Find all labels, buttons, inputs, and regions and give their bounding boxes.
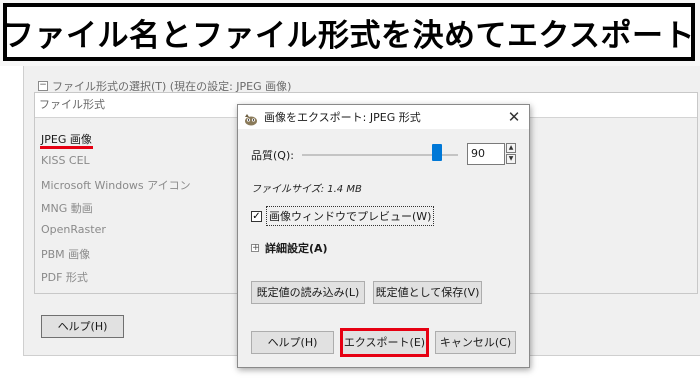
preview-checkbox[interactable]: ✓ [251,210,262,222]
file-size-text: ファイルサイズ: 1.4 MB [251,184,362,195]
file-type-item-mng[interactable]: MNG 動画 [41,200,93,216]
title-banner-frame: ファイル名とファイル形式を決めてエクスポート [3,3,695,61]
file-type-item-pdf[interactable]: PDF 形式 [41,269,88,285]
export-button[interactable]: エクスポート(E) [340,328,429,357]
banner-title: ファイル名とファイル形式を決めてエクスポート [2,17,696,54]
advanced-settings-expander[interactable]: + 詳細設定(A) [251,240,328,256]
dialog-title: 画像をエクスポート: JPEG 形式 [264,111,421,124]
quality-slider-thumb[interactable] [432,144,442,161]
jpeg-highlight-underline [40,146,93,149]
gimp-icon [244,111,258,126]
file-type-item-windows-icon[interactable]: Microsoft Windows アイコン [41,177,191,193]
file-type-item-openraster[interactable]: OpenRaster [41,223,106,236]
expand-icon[interactable]: + [251,244,260,253]
quality-label: 品質(Q): [251,149,294,162]
cancel-button[interactable]: キャンセル(C) [435,331,516,354]
preview-checkbox-row[interactable]: ✓ 画像ウィンドウでプレビュー(W) [251,206,435,226]
background-help-button[interactable]: ヘルプ(H) [41,315,124,338]
spin-down-icon[interactable]: ▼ [506,154,516,164]
save-defaults-button[interactable]: 既定値として保存(V) [373,281,482,304]
title-banner: ファイル名とファイル形式を決めてエクスポート [0,0,700,66]
advanced-settings-label[interactable]: 詳細設定(A) [265,240,328,256]
collapse-icon[interactable]: − [38,81,48,91]
load-defaults-button[interactable]: 既定値の読み込み(L) [251,281,365,304]
dialog-titlebar[interactable]: 画像をエクスポート: JPEG 形式 ✕ [238,105,529,129]
help-button[interactable]: ヘルプ(H) [251,331,334,354]
quality-input[interactable]: 90 [467,143,505,165]
close-icon[interactable]: ✕ [505,108,523,126]
file-type-item-jpeg[interactable]: JPEG 画像 [41,131,92,147]
export-jpeg-dialog: 画像をエクスポート: JPEG 形式 ✕ 品質(Q): 90 ▲ ▼ ファイルサ… [237,104,530,368]
spin-up-icon[interactable]: ▲ [506,143,516,153]
file-type-item-kiss-cel[interactable]: KISS CEL [41,154,90,167]
preview-label[interactable]: 画像ウィンドウでプレビュー(W) [266,206,435,226]
file-type-item-pbm[interactable]: PBM 画像 [41,246,90,262]
